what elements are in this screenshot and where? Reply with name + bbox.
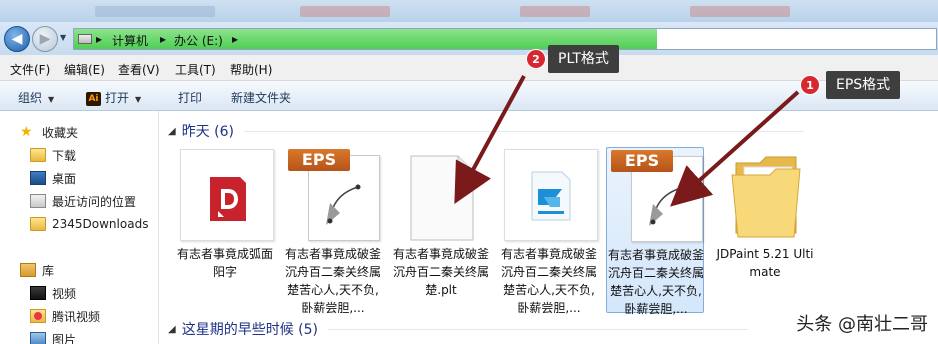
callout-eps-format: EPS格式 <box>826 71 901 99</box>
callout-badge-2: 2 <box>526 49 546 69</box>
explorer-window: ◀ ▶ ▼ ▸ 计算机 ▸ 办公 (E:) ▸ 文件(F) 编辑(E) 查看(V… <box>0 0 938 344</box>
callout-plt-format: PLT格式 <box>548 45 619 73</box>
arrow-to-plt <box>454 75 526 205</box>
annotation-overlay <box>454 75 800 207</box>
watermark: 头条 @南壮二哥 <box>796 314 928 335</box>
callout-badge-1: 1 <box>800 75 820 95</box>
arrow-to-eps <box>670 90 800 207</box>
